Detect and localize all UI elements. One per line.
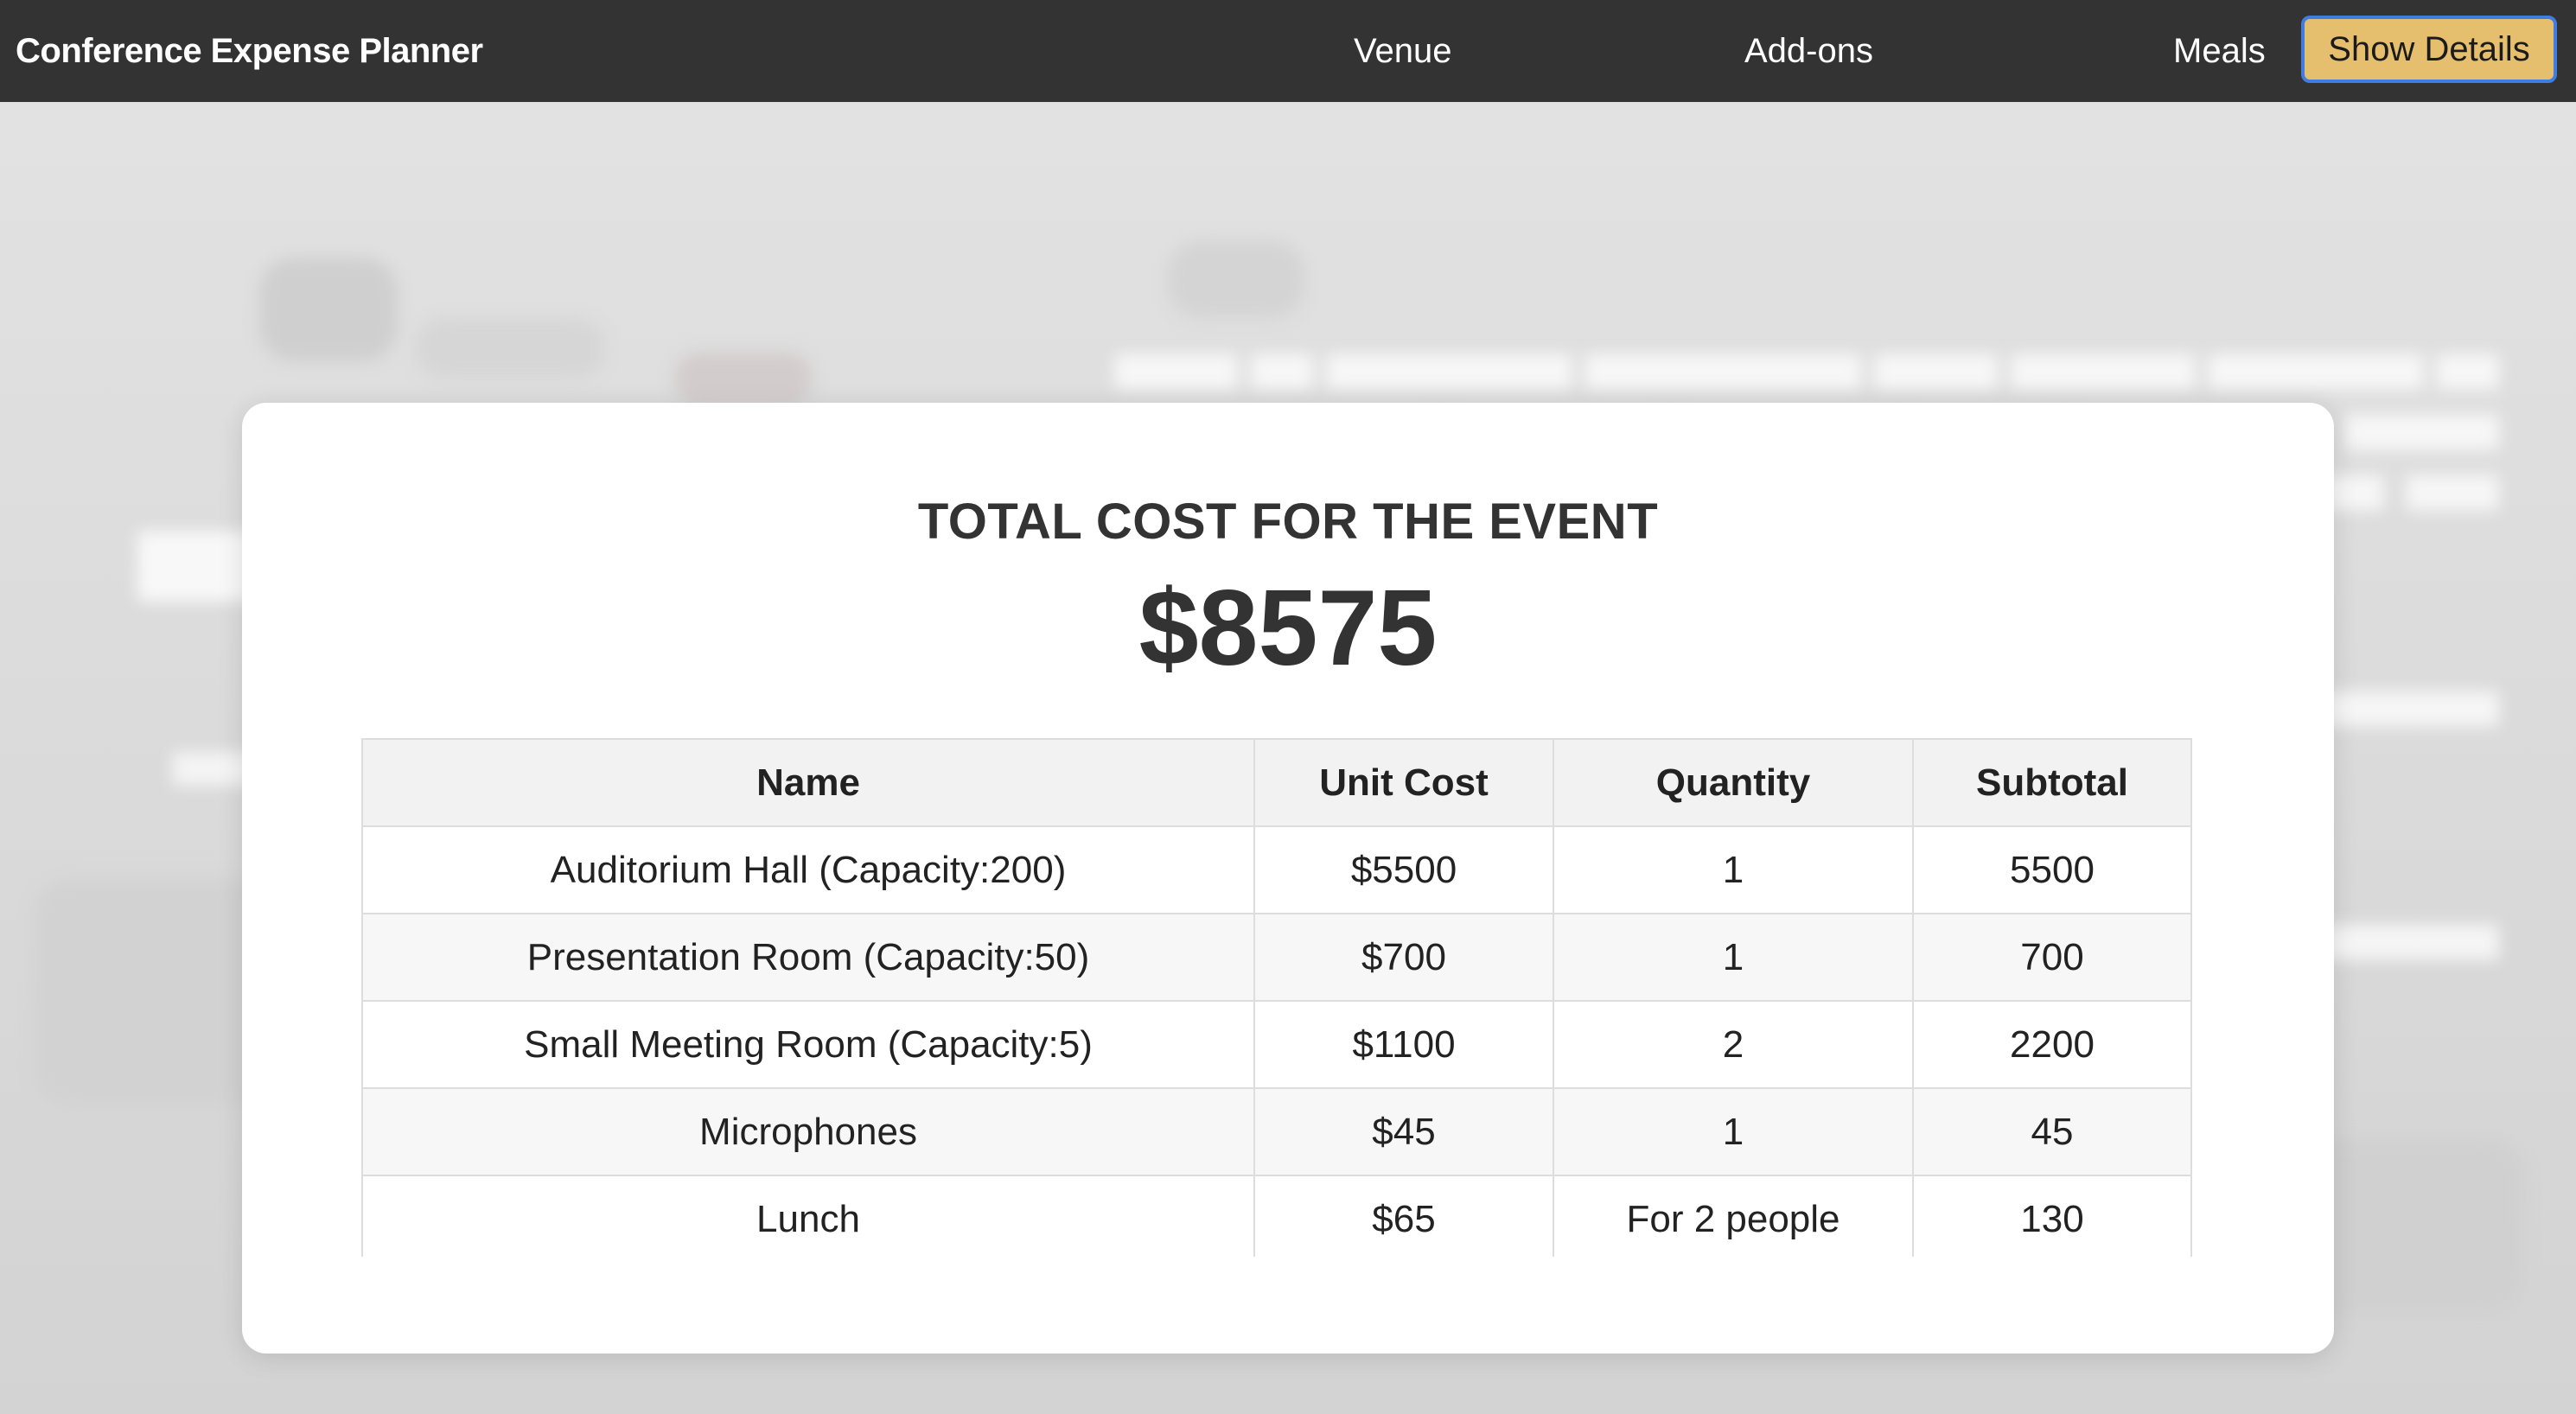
total-cost-heading: TOTAL COST FOR THE EVENT [917, 494, 1659, 550]
cell-subtotal: 5500 [1912, 825, 2192, 914]
cell-name: Auditorium Hall (Capacity:200) [361, 825, 1255, 914]
cell-name: Presentation Room (Capacity:50) [361, 913, 1255, 1002]
cell-quantity: 1 [1553, 913, 1914, 1002]
cell-subtotal: 45 [1912, 1087, 2192, 1176]
total-cost-amount: $8575 [1138, 569, 1438, 688]
expense-table: Name Unit Cost Quantity Subtotal Auditor… [361, 738, 2192, 1257]
app-title[interactable]: Conference Expense Planner [16, 0, 483, 102]
table-row: Auditorium Hall (Capacity:200) $5500 1 5… [361, 825, 2192, 914]
cell-unit-cost: $65 [1253, 1175, 1554, 1257]
cell-unit-cost: $5500 [1253, 825, 1554, 914]
background-shape [259, 258, 398, 361]
table-row: Presentation Room (Capacity:50) $700 1 7… [361, 913, 2192, 1002]
cell-name: Lunch [361, 1175, 1255, 1257]
cell-quantity: 2 [1553, 1000, 1914, 1089]
cell-subtotal: 2200 [1912, 1000, 2192, 1089]
table-row: Microphones $45 1 45 [361, 1087, 2192, 1176]
cell-unit-cost: $1100 [1253, 1000, 1554, 1089]
cell-quantity: For 2 people [1553, 1175, 1914, 1257]
background-shape [415, 318, 605, 379]
column-header-subtotal: Subtotal [1912, 738, 2192, 827]
cell-unit-cost: $700 [1253, 913, 1554, 1002]
cell-name: Microphones [361, 1087, 1255, 1176]
cell-quantity: 1 [1553, 825, 1914, 914]
table-row: Small Meeting Room (Capacity:5) $1100 2 … [361, 1000, 2192, 1089]
table-header-row: Name Unit Cost Quantity Subtotal [361, 738, 2192, 827]
cell-name: Small Meeting Room (Capacity:5) [361, 1000, 1255, 1089]
cell-subtotal: 130 [1912, 1175, 2192, 1257]
show-details-button[interactable]: Show Details [2301, 16, 2557, 83]
cell-subtotal: 700 [1912, 913, 2192, 1002]
background-shape [1167, 240, 1305, 318]
cell-unit-cost: $45 [1253, 1087, 1554, 1176]
cost-summary-card: TOTAL COST FOR THE EVENT $8575 Name Unit… [242, 403, 2334, 1353]
nav-link-meals[interactable]: Meals [2173, 0, 2266, 102]
nav-link-venue[interactable]: Venue [1354, 0, 1451, 102]
table-row: Lunch $65 For 2 people 130 [361, 1175, 2192, 1257]
top-navbar: Conference Expense Planner Venue Add-ons… [0, 0, 2576, 102]
nav-link-addons[interactable]: Add-ons [1744, 0, 1873, 102]
column-header-name: Name [361, 738, 1255, 827]
column-header-unit-cost: Unit Cost [1253, 738, 1554, 827]
expense-table-scroll[interactable]: Name Unit Cost Quantity Subtotal Auditor… [361, 738, 2192, 1257]
column-header-quantity: Quantity [1553, 738, 1914, 827]
cell-quantity: 1 [1553, 1087, 1914, 1176]
background-shape [674, 353, 813, 404]
